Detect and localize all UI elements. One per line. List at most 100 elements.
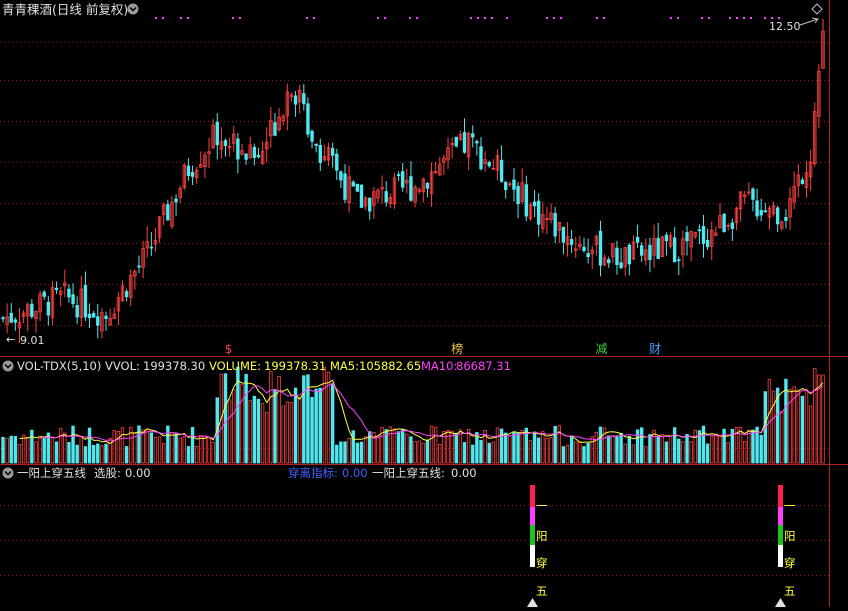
volume-bar xyxy=(433,426,438,464)
volume-bar xyxy=(269,371,273,464)
chevron-down-icon[interactable] xyxy=(2,360,14,372)
volume-bar xyxy=(409,436,413,464)
candle-body xyxy=(775,207,780,225)
grid-lines xyxy=(0,42,829,576)
signal-dot xyxy=(771,17,773,19)
chevron-down-icon[interactable] xyxy=(127,3,139,15)
volume-bar xyxy=(285,401,290,464)
volume-bar xyxy=(182,436,187,464)
candle-body xyxy=(425,182,430,189)
top-dots xyxy=(155,17,780,19)
signal-dot xyxy=(764,17,766,19)
volume-bar xyxy=(607,435,611,464)
candle-body xyxy=(598,230,603,266)
candle-body xyxy=(302,93,306,105)
candle-body xyxy=(504,182,508,191)
volume-bar xyxy=(561,446,566,464)
signal-arrow xyxy=(527,598,538,607)
volume-bar xyxy=(454,432,458,464)
volume-bar xyxy=(124,446,129,464)
candle-body xyxy=(586,253,590,258)
candle-body xyxy=(124,291,129,298)
candle-body xyxy=(524,184,529,217)
candle-body xyxy=(664,234,669,242)
volume-bar xyxy=(590,436,594,464)
volume-bar xyxy=(310,396,314,464)
signal-dot xyxy=(736,17,738,19)
volume-bar xyxy=(260,403,265,464)
candle-body xyxy=(400,171,405,188)
volume-bar xyxy=(677,438,681,464)
volume-bar xyxy=(5,437,9,464)
candle-body xyxy=(256,154,261,158)
candle-body xyxy=(359,184,364,208)
signal-char: 阳 xyxy=(784,529,796,543)
candle-body xyxy=(67,288,71,298)
volume-bar xyxy=(71,425,75,464)
candle-body xyxy=(569,238,574,245)
event-marker: 减 xyxy=(595,342,607,356)
volume-bar xyxy=(425,439,430,464)
volume-bar xyxy=(17,444,22,464)
volume-bar xyxy=(479,439,483,464)
volume-bar xyxy=(355,442,360,464)
candle-body xyxy=(42,291,46,297)
candle-body xyxy=(635,236,640,243)
volume-bar xyxy=(388,426,393,464)
signal-dot xyxy=(239,17,241,19)
signal-segment xyxy=(530,545,535,567)
volume-bar xyxy=(405,433,409,464)
volume-bar xyxy=(813,368,817,464)
volume-bar xyxy=(157,436,162,464)
candle-body xyxy=(174,198,178,203)
volume-bar xyxy=(631,444,636,464)
volume-bar xyxy=(141,429,145,464)
candle-body xyxy=(607,259,611,264)
candle-body xyxy=(30,303,34,317)
candle-body xyxy=(293,95,298,105)
signal-segment xyxy=(530,485,535,507)
candle-body xyxy=(343,173,347,200)
candle-body xyxy=(499,159,504,182)
candle-body xyxy=(9,312,13,323)
signal-dot xyxy=(701,17,703,19)
ma10-label: MA10: xyxy=(421,359,457,373)
candle-body xyxy=(384,191,388,203)
candle-body xyxy=(91,313,96,318)
candlestick-series xyxy=(1,18,825,343)
candle-body xyxy=(96,316,100,326)
diamond-icon[interactable] xyxy=(811,3,823,15)
volume-bar xyxy=(273,389,277,464)
candle-body xyxy=(656,237,660,260)
ma10-line xyxy=(40,382,824,442)
volume-bar xyxy=(491,441,496,464)
volume-bar xyxy=(458,429,463,464)
volume-bar xyxy=(413,441,417,464)
volume-bar xyxy=(639,427,644,464)
volume-bar xyxy=(508,435,512,464)
volume-bar xyxy=(153,436,158,464)
candle-body xyxy=(722,213,726,233)
volume-bar xyxy=(203,435,207,464)
line-value: 0.00 xyxy=(451,466,477,480)
signal-dot xyxy=(743,17,745,19)
candle-body xyxy=(368,197,372,212)
volume-bar xyxy=(244,373,248,464)
volume-bar xyxy=(293,387,298,464)
event-marker: $ xyxy=(225,342,233,356)
volume-bar xyxy=(112,430,116,464)
volume-bar xyxy=(536,437,541,464)
candle-body xyxy=(223,140,228,147)
volume-bar xyxy=(685,433,689,464)
chevron-down-icon[interactable] xyxy=(2,467,14,479)
candle-body xyxy=(532,201,537,207)
volume-bar xyxy=(808,405,813,464)
volume-bar xyxy=(26,436,30,464)
signal-dot xyxy=(377,17,379,19)
volume-bar xyxy=(528,440,533,464)
ma5-value: 105882.65 xyxy=(359,359,421,373)
volume-bar xyxy=(186,446,191,464)
candle-body xyxy=(553,212,557,237)
volume-bar xyxy=(190,426,195,464)
candle-body xyxy=(516,185,520,205)
